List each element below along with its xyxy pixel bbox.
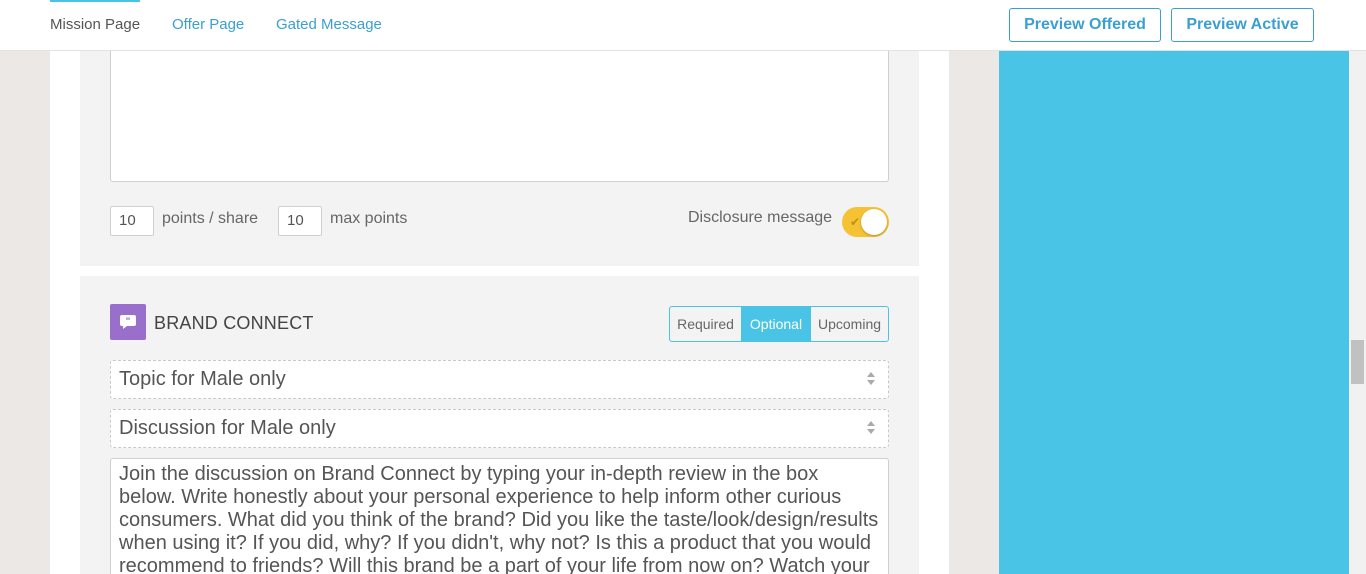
brand-connect-title: BRAND CONNECT	[154, 313, 314, 333]
discussion-select-value: Discussion for Male only	[119, 417, 336, 439]
share-message-textarea[interactable]	[110, 51, 889, 182]
disclosure-message-label: Disclosure message	[688, 209, 833, 226]
max-points-label: max points	[330, 210, 408, 227]
select-arrows-icon	[866, 421, 876, 437]
select-arrows-icon	[866, 372, 876, 388]
topic-select-value: Topic for Male only	[119, 368, 286, 390]
speech-bubble-quote-icon: "	[110, 304, 146, 340]
check-icon: ✔	[850, 215, 861, 229]
editor-content: 10 points / share 10 max points Disclosu…	[50, 51, 949, 574]
tab-offer-page[interactable]: Offer Page	[172, 0, 244, 50]
max-points-input[interactable]: 10	[278, 206, 322, 236]
points-per-share-label: points / share	[162, 210, 259, 227]
tab-gated-message[interactable]: Gated Message	[276, 0, 382, 50]
tab-mission-page[interactable]: Mission Page	[50, 0, 141, 50]
preview-panel	[999, 51, 1349, 574]
status-segmented-control: Required Optional Upcoming	[669, 306, 889, 342]
page-scrollbar[interactable]	[1349, 0, 1366, 574]
brand-connect-panel: " BRAND CONNECT Required Optional Upcomi…	[80, 276, 919, 574]
share-panel: 10 points / share 10 max points Disclosu…	[80, 51, 919, 266]
status-required-option[interactable]: Required	[670, 307, 742, 341]
top-nav-bar: Mission Page Offer Page Gated Message Pr…	[0, 0, 1366, 51]
brand-connect-description-textarea[interactable]: Join the discussion on Brand Connect by …	[110, 458, 889, 574]
points-per-share-input[interactable]: 10	[110, 206, 154, 236]
disclosure-toggle[interactable]: ✔	[842, 207, 889, 237]
toggle-knob	[861, 209, 887, 235]
scrollbar-thumb[interactable]	[1351, 340, 1364, 384]
topic-select[interactable]: Topic for Male only	[110, 360, 889, 399]
discussion-select[interactable]: Discussion for Male only	[110, 409, 889, 448]
status-optional-option[interactable]: Optional	[742, 307, 810, 341]
svg-text:": "	[126, 317, 131, 328]
preview-active-button[interactable]: Preview Active	[1171, 8, 1314, 42]
status-upcoming-option[interactable]: Upcoming	[810, 307, 888, 341]
preview-offered-button[interactable]: Preview Offered	[1009, 8, 1161, 42]
